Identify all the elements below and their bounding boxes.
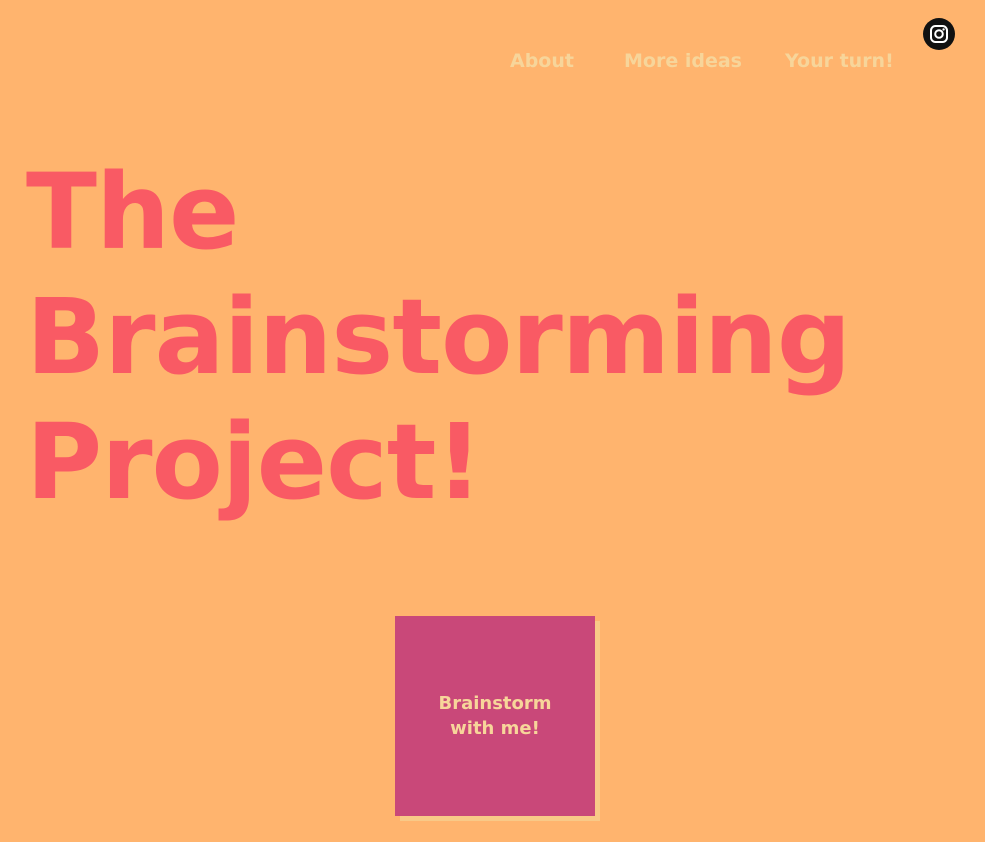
nav-link-more-ideas[interactable]: More ideas	[624, 48, 742, 74]
cta-label: Brainstorm with me!	[438, 691, 551, 741]
instagram-link[interactable]	[923, 18, 955, 50]
hero-title-line-1: The	[26, 151, 240, 273]
cta-container: Brainstorm with me!	[395, 616, 600, 821]
hero-title-line-2: Brainstorming	[26, 276, 851, 398]
cta-label-line-1: Brainstorm	[438, 693, 552, 714]
nav-link-your-turn[interactable]: Your turn!	[785, 48, 894, 74]
page: About More ideas Your turn! The Brainsto…	[0, 0, 985, 842]
instagram-icon	[930, 25, 948, 43]
hero-title-line-3: Project!	[26, 401, 483, 523]
top-navigation: About More ideas Your turn!	[0, 48, 985, 76]
cta-label-line-2: with me!	[450, 718, 540, 739]
hero-title: The Brainstorming Project!	[26, 150, 851, 525]
brainstorm-with-me-button[interactable]: Brainstorm with me!	[395, 616, 595, 816]
nav-link-about[interactable]: About	[510, 48, 574, 74]
